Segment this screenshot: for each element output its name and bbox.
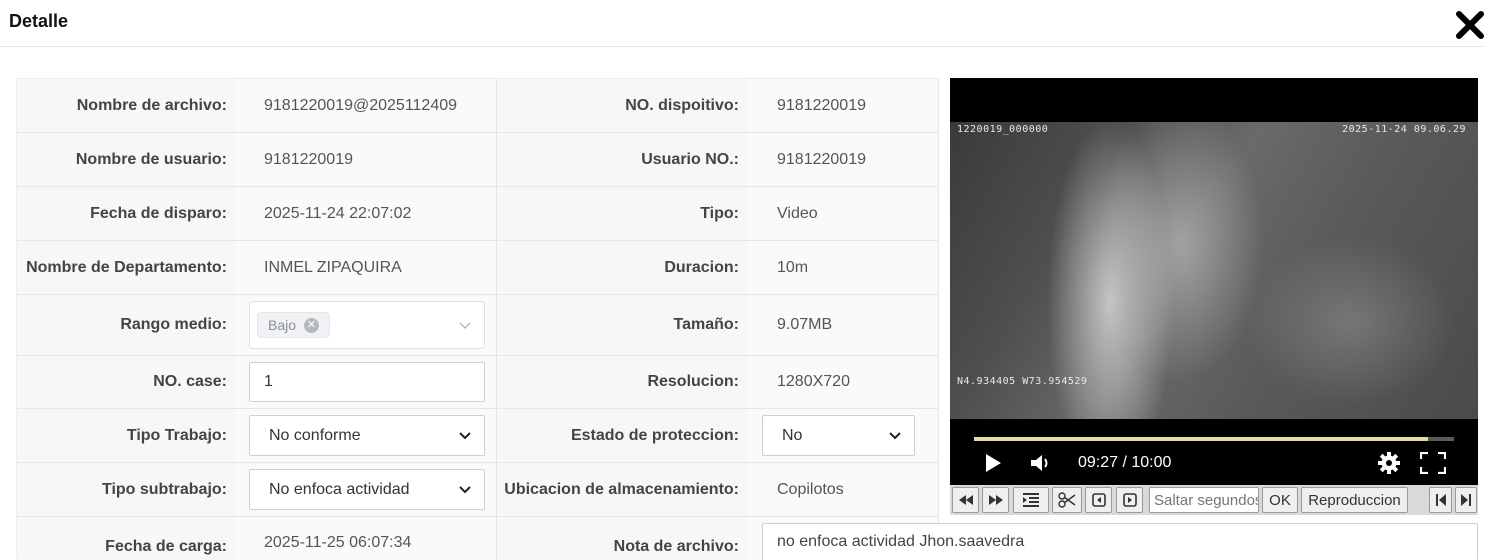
volume-button[interactable] xyxy=(1030,450,1052,476)
dialog-header: Detalle xyxy=(0,0,1485,47)
protection-status-label: Estado de proteccion: xyxy=(497,409,748,462)
file-note-input-value: no enfoca actividad Jhon.saavedra xyxy=(777,533,1025,550)
subwork-type-select[interactable]: No enfoca actividad xyxy=(249,469,485,510)
gear-icon xyxy=(1378,452,1400,474)
next-frame-button[interactable] xyxy=(1116,487,1143,513)
playback-time: 09:27 / 10:00 xyxy=(1078,454,1172,471)
skip-end-icon xyxy=(1461,494,1471,506)
osd-coordinates: N4.934405 W73.954529 xyxy=(957,376,1088,387)
work-type-select-value: No conforme xyxy=(269,426,361,444)
trigger-date-value: 2025-11-24 22:07:02 xyxy=(236,187,497,240)
close-icon[interactable] xyxy=(1455,10,1485,40)
duration-value: 10m xyxy=(748,241,939,294)
upload-date-value: 2025-11-25 06:07:34 xyxy=(236,517,497,560)
progress-fill xyxy=(974,437,1428,441)
first-button[interactable] xyxy=(1429,487,1452,513)
seek-seconds-input[interactable] xyxy=(1149,487,1259,513)
protection-status-select[interactable]: No xyxy=(762,415,915,456)
work-type-label: Tipo Trabajo: xyxy=(17,409,236,462)
user-name-value: 9181220019 xyxy=(236,133,497,186)
play-icon xyxy=(986,454,1001,472)
step-button[interactable] xyxy=(1013,487,1049,513)
case-number-label: NO. case: xyxy=(17,356,236,408)
rewind-button[interactable] xyxy=(952,487,979,513)
user-name-label: Nombre de usuario: xyxy=(17,133,236,186)
device-number-value: 9181220019 xyxy=(748,79,939,132)
next-frame-icon xyxy=(1122,493,1137,507)
range-tag: Bajo ✕ xyxy=(257,312,331,338)
fullscreen-icon xyxy=(1420,452,1446,474)
video-player[interactable]: 1220019_000000 2025-11-24 09.06.29 N4.93… xyxy=(950,78,1478,515)
prev-frame-icon xyxy=(1091,493,1106,507)
protection-status-select-value: No xyxy=(782,426,803,444)
subwork-type-select-value: No enfoca actividad xyxy=(269,480,410,498)
settings-button[interactable] xyxy=(1377,450,1401,476)
size-value: 9.07MB xyxy=(748,295,939,355)
file-note-label: Nota de archivo: xyxy=(497,517,748,560)
device-number-label: NO. dispoitivo: xyxy=(497,79,748,132)
case-number-input[interactable]: 1 xyxy=(249,362,485,402)
playback-button[interactable]: Reproduccion xyxy=(1301,487,1408,513)
file-name-label: Nombre de archivo: xyxy=(17,79,236,132)
chevron-down-icon xyxy=(459,485,471,493)
trigger-date-label: Fecha de disparo: xyxy=(17,187,236,240)
detail-row-file-name: Nombre de archivo: 9181220019@2025112409… xyxy=(17,79,939,133)
user-number-value: 9181220019 xyxy=(748,133,939,186)
osd-timestamp: 2025-11-24 09.06.29 xyxy=(1342,124,1466,135)
chevron-down-icon xyxy=(889,431,901,439)
type-label: Tipo: xyxy=(497,187,748,240)
detail-row-trigger-date: Fecha de disparo: 2025-11-24 22:07:02 Ti… xyxy=(17,187,939,241)
resolution-label: Resolucion: xyxy=(497,356,748,408)
duration-label: Duracion: xyxy=(497,241,748,294)
range-multiselect[interactable]: Bajo ✕ xyxy=(249,301,485,349)
fast-forward-icon xyxy=(988,495,1003,505)
rewind-icon xyxy=(958,495,973,505)
file-note-input[interactable]: no enfoca actividad Jhon.saavedra xyxy=(762,523,1478,560)
chevron-down-icon xyxy=(459,431,471,439)
upload-date-label: Fecha de carga: xyxy=(17,517,236,560)
dialog-title: Detalle xyxy=(9,11,69,31)
detail-row-department: Nombre de Departamento: INMEL ZIPAQUIRA … xyxy=(17,241,939,295)
detail-panel: Nombre de archivo: 9181220019@2025112409… xyxy=(16,78,1478,560)
fullscreen-button[interactable] xyxy=(1420,450,1446,476)
work-type-select[interactable]: No conforme xyxy=(249,415,485,456)
range-tag-label: Bajo xyxy=(268,317,297,333)
last-button[interactable] xyxy=(1455,487,1477,513)
clip-button[interactable] xyxy=(1052,487,1082,513)
storage-location-label: Ubicacion de almacenamiento: xyxy=(497,463,748,516)
progress-bar[interactable] xyxy=(974,437,1454,441)
range-label: Rango medio: xyxy=(17,295,236,355)
size-label: Tamaño: xyxy=(497,295,748,355)
user-number-label: Usuario NO.: xyxy=(497,133,748,186)
fast-forward-button[interactable] xyxy=(982,487,1009,513)
detail-row-user-name: Nombre de usuario: 9181220019 Usuario NO… xyxy=(17,133,939,187)
osd-device-id: 1220019_000000 xyxy=(957,124,1049,135)
storage-location-value: Copilotos xyxy=(748,463,939,516)
volume-icon xyxy=(1031,455,1048,471)
resolution-value: 1280X720 xyxy=(748,356,939,408)
department-value: INMEL ZIPAQUIRA xyxy=(236,241,497,294)
type-value: Video xyxy=(748,187,939,240)
department-label: Nombre de Departamento: xyxy=(17,241,236,294)
player-toolbar: OK Reproduccion xyxy=(950,485,1478,515)
prev-frame-button[interactable] xyxy=(1085,487,1112,513)
chevron-down-icon xyxy=(459,322,471,329)
subwork-type-label: Tipo subtrabajo: xyxy=(17,463,236,516)
play-button[interactable] xyxy=(984,450,1002,476)
file-name-value: 9181220019@2025112409 xyxy=(236,79,497,132)
tag-remove-icon[interactable]: ✕ xyxy=(304,317,320,333)
video-frame[interactable] xyxy=(950,122,1478,419)
skip-start-icon xyxy=(1435,494,1446,506)
scissors-icon xyxy=(1058,492,1076,508)
case-number-input-value: 1 xyxy=(264,373,273,390)
seek-ok-button[interactable]: OK xyxy=(1262,487,1298,513)
indent-icon xyxy=(1023,493,1039,507)
